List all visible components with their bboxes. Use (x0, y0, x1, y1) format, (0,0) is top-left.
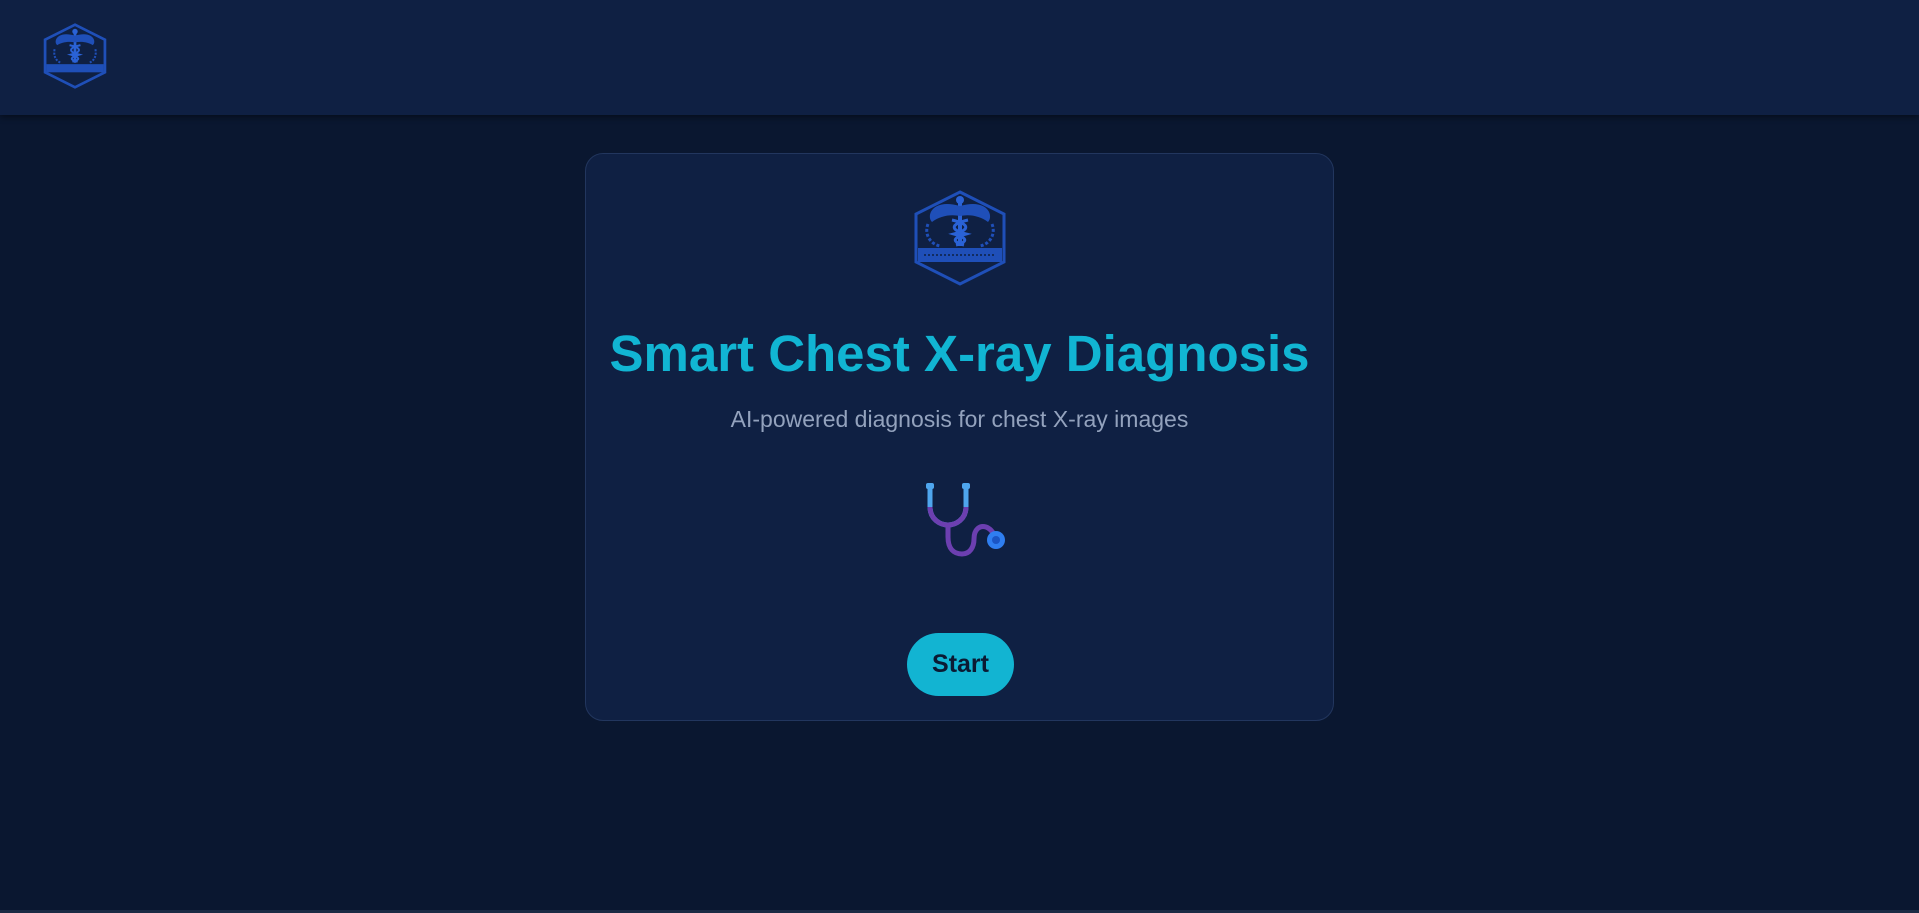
start-button[interactable]: Start (907, 633, 1014, 696)
caduceus-badge-icon (914, 190, 1006, 286)
page-subtitle: AI-powered diagnosis for chest X-ray ima… (730, 406, 1189, 432)
top-header (0, 0, 1919, 115)
stethoscope-illustration (920, 479, 1010, 569)
header-logo[interactable] (40, 22, 110, 90)
card-logo (910, 188, 1010, 288)
page-title: Smart Chest X-ray Diagnosis (609, 325, 1310, 382)
caduceus-badge-icon (43, 23, 107, 89)
stethoscope-icon (926, 483, 1005, 557)
welcome-card: Smart Chest X-ray Diagnosis AI-powered d… (585, 153, 1334, 721)
